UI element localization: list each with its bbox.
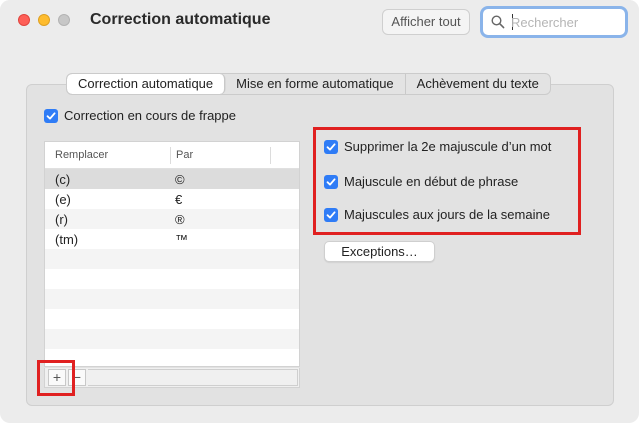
search-field[interactable]	[480, 6, 628, 38]
with-cell: ©	[175, 172, 185, 187]
highlight-options	[313, 127, 581, 235]
table-footer: + −	[44, 368, 300, 388]
empty-row	[45, 269, 299, 289]
replace-cell: (e)	[55, 192, 71, 207]
replace-cell: (c)	[55, 172, 71, 187]
zoom-window-button[interactable]	[58, 14, 70, 26]
empty-row	[45, 329, 299, 349]
table-row[interactable]: (r) ®	[45, 209, 299, 229]
replace-cell: (r)	[55, 212, 68, 227]
typing-correction-label: Correction en cours de frappe	[64, 108, 236, 123]
replacement-table: Remplacer Par (c) © (e) € (r) ® (tm) ™	[44, 141, 300, 367]
tab-mise-en-forme-automatique[interactable]: Mise en forme automatique	[225, 74, 406, 94]
empty-row	[45, 309, 299, 329]
typing-correction-checkbox[interactable]	[44, 108, 58, 123]
show-all-button[interactable]: Afficher tout	[382, 9, 470, 35]
table-row[interactable]: (c) ©	[45, 169, 299, 189]
with-cell: ™	[175, 232, 188, 247]
typing-correction-option[interactable]: Correction en cours de frappe	[44, 108, 236, 123]
with-cell: ®	[175, 212, 185, 227]
window-title: Correction automatique	[90, 11, 271, 28]
highlight-add-button	[37, 360, 75, 396]
search-icon	[491, 15, 505, 29]
tab-bar: Correction automatique Mise en forme aut…	[66, 73, 551, 95]
checkmark-icon	[46, 111, 56, 119]
column-divider	[170, 147, 171, 164]
table-row[interactable]: (e) €	[45, 189, 299, 209]
column-header-replace[interactable]: Remplacer	[55, 149, 108, 161]
column-divider	[270, 147, 271, 164]
autocorrect-window: Correction automatique Afficher tout Cor…	[0, 0, 639, 423]
tab-correction-automatique[interactable]: Correction automatique	[67, 74, 226, 94]
empty-row	[45, 289, 299, 309]
footer-bar	[88, 369, 298, 386]
search-input[interactable]	[511, 12, 621, 32]
empty-row	[45, 349, 299, 366]
column-header-with[interactable]: Par	[176, 149, 193, 161]
empty-row	[45, 249, 299, 269]
minimize-window-button[interactable]	[38, 14, 50, 26]
with-cell: €	[175, 192, 183, 207]
replace-cell: (tm)	[55, 232, 79, 247]
title-bar: Correction automatique Afficher tout	[0, 0, 639, 48]
close-window-button[interactable]	[18, 14, 30, 26]
table-row[interactable]: (tm) ™	[45, 229, 299, 249]
table-header: Remplacer Par	[45, 142, 299, 169]
tab-achevement-du-texte[interactable]: Achèvement du texte	[406, 74, 550, 94]
exceptions-button[interactable]: Exceptions…	[324, 241, 435, 262]
